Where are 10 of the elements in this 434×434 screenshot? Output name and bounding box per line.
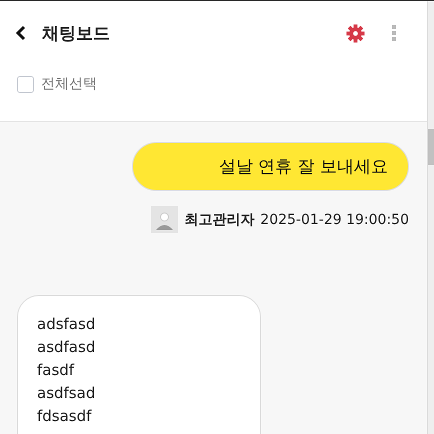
- message-line: adsfasd: [37, 314, 96, 335]
- message-bubble: 설날 연휴 잘 보내세요: [132, 142, 409, 191]
- message-line: fasdf: [37, 360, 76, 381]
- message-line: asdfasd: [37, 337, 96, 358]
- author-name: 최고관리자: [184, 210, 254, 228]
- message-line: asdfsad: [37, 383, 96, 404]
- page-title: 채팅보드: [42, 22, 111, 44]
- timestamp: 2025-01-29 19:00:50: [260, 212, 409, 228]
- message-line: fdsasdf: [37, 406, 93, 427]
- select-all-label: 전체선택: [41, 75, 97, 93]
